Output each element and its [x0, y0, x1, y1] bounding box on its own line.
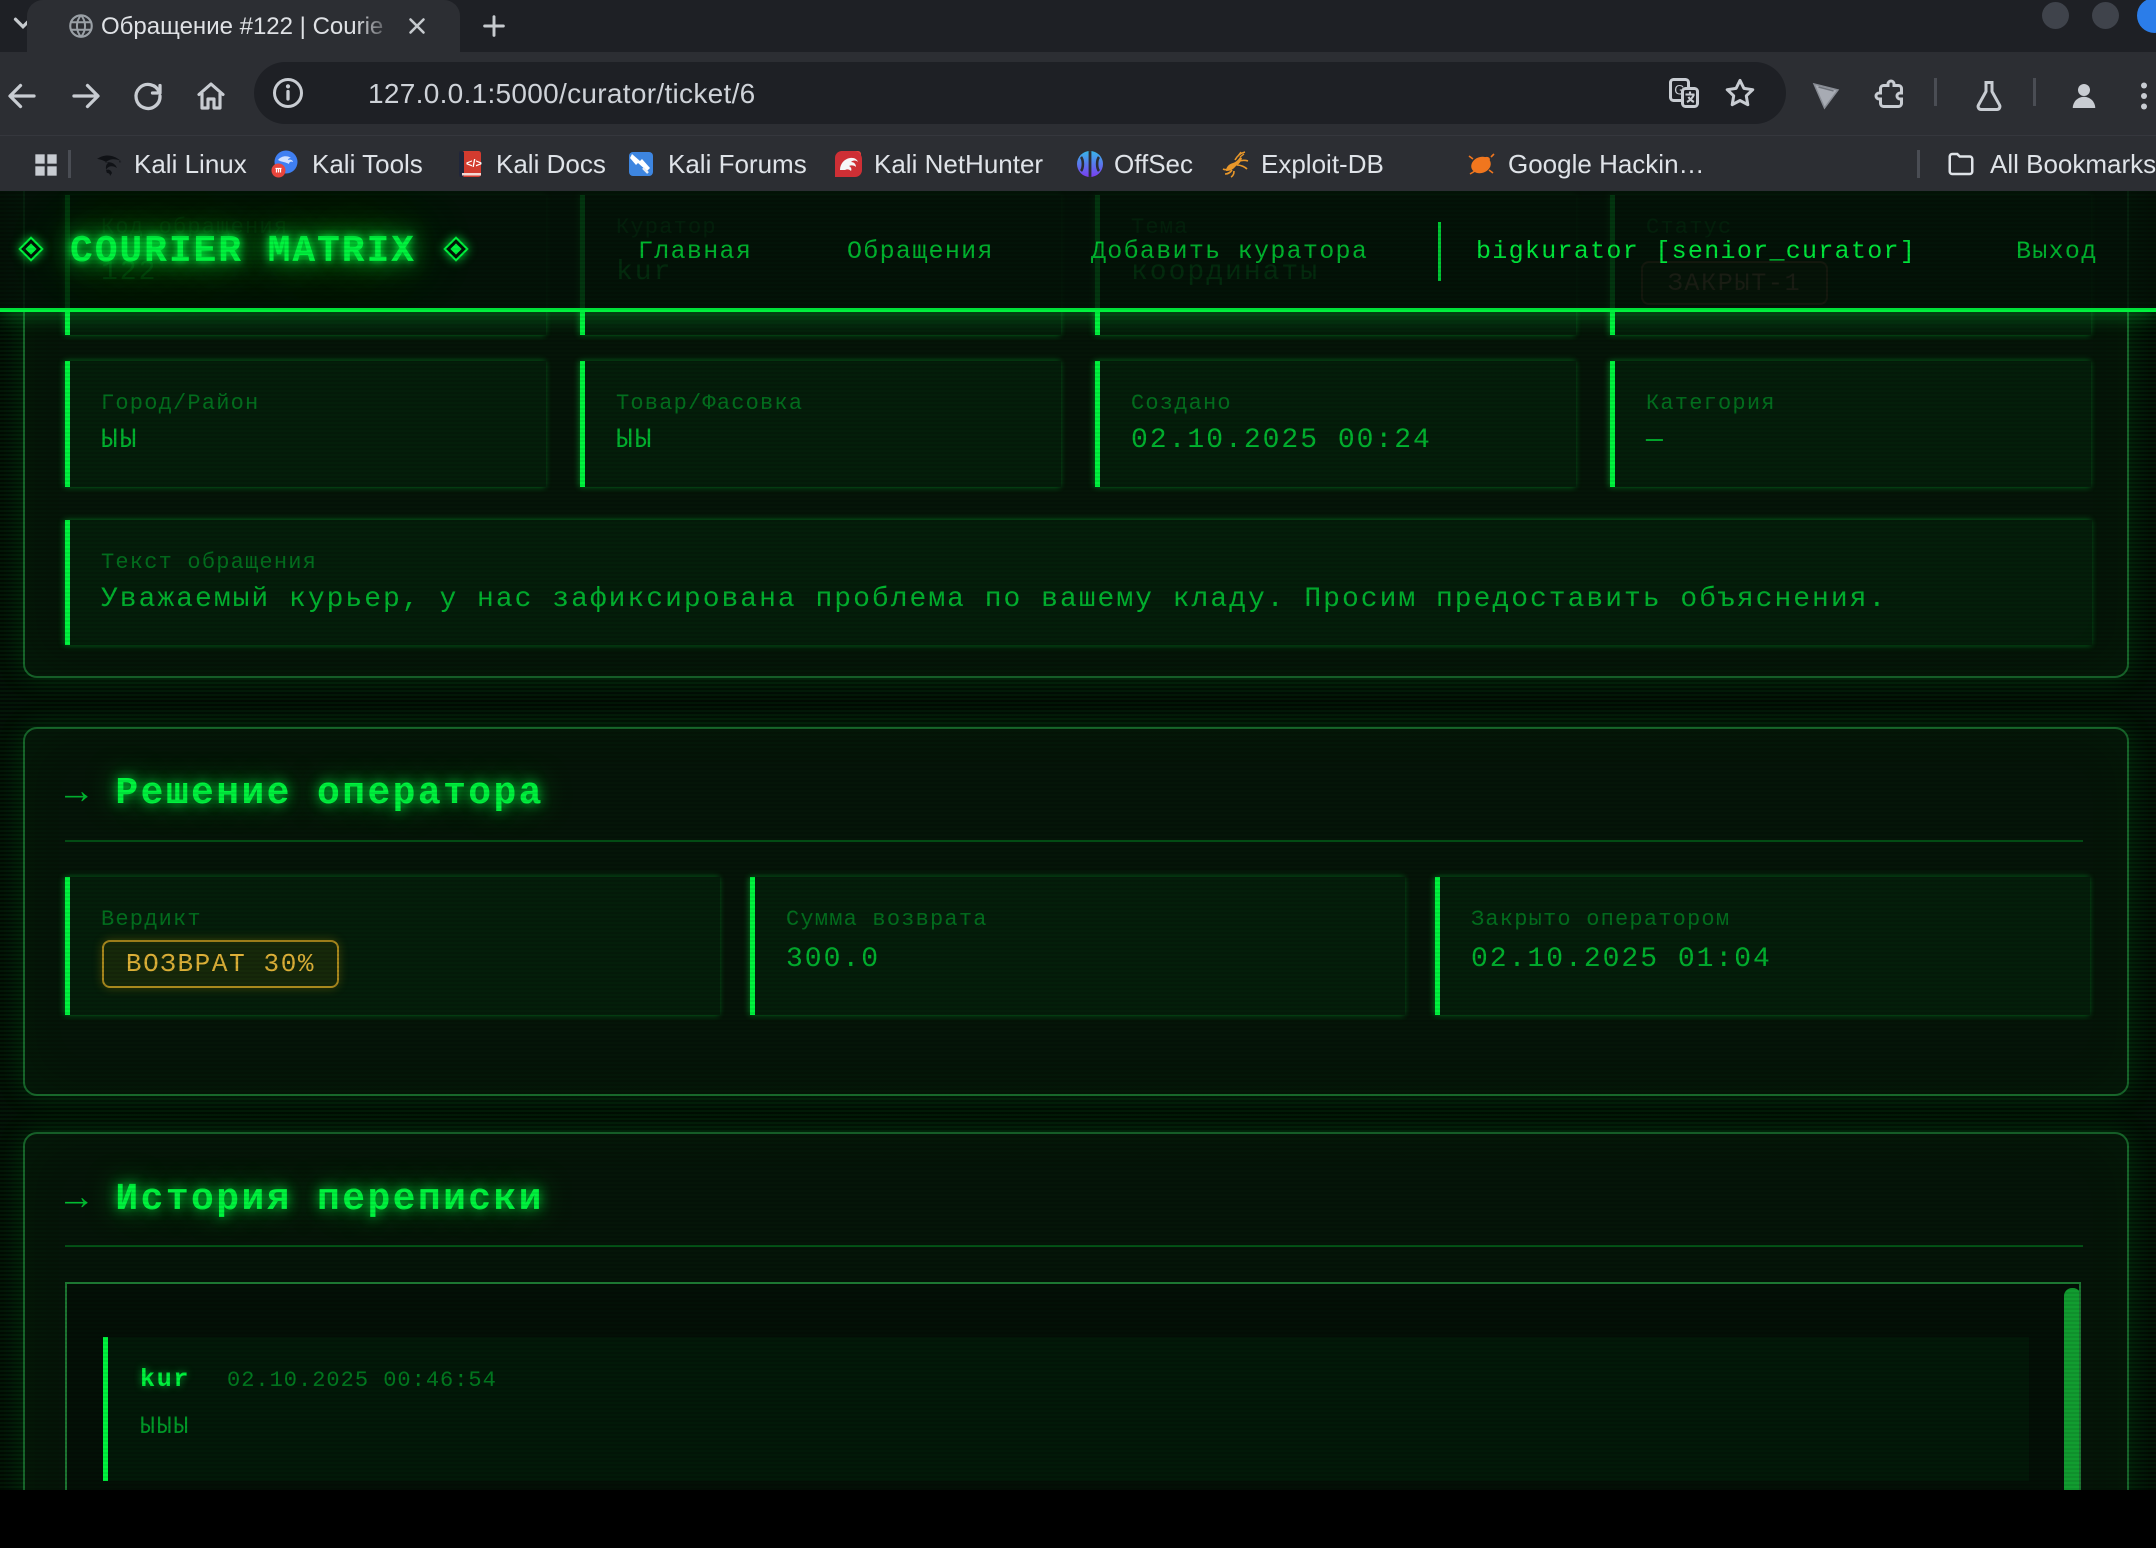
svg-text:</>: </>	[466, 158, 482, 170]
